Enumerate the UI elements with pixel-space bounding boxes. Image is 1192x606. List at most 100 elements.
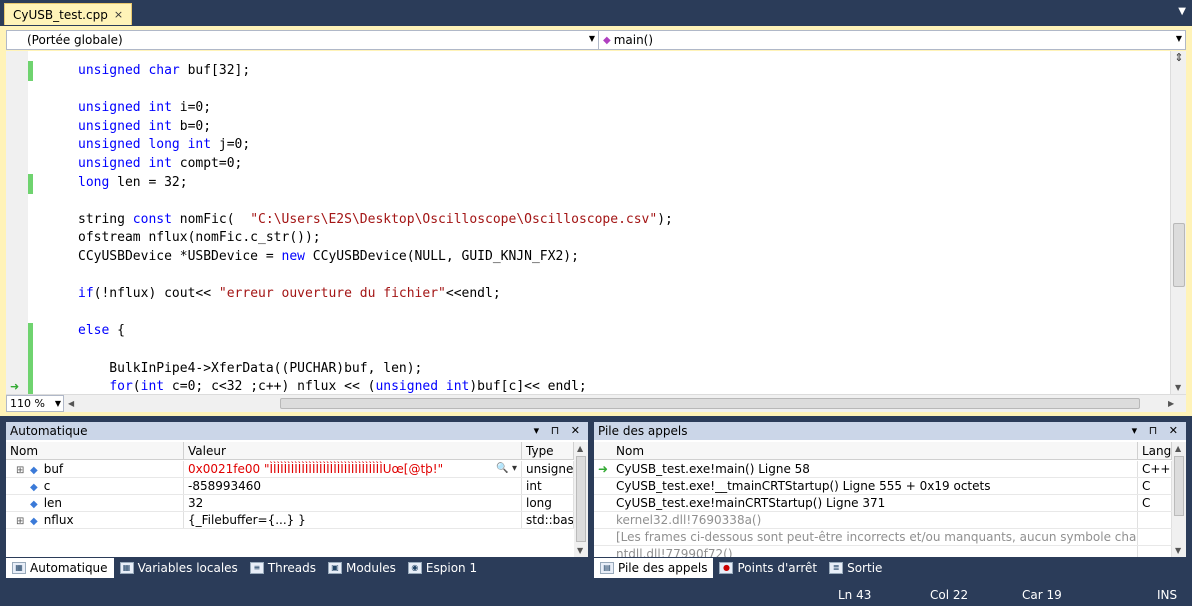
table-row[interactable]: CyUSB_test.exe!__tmainCRTStartup() Ligne… [594, 478, 1172, 495]
autos-scrollbar[interactable]: ▲ ▼ [574, 442, 588, 558]
cell-name: ◆ len [6, 495, 184, 511]
code-line: for(int c=0; c<32 ;c++) nflux << (unsign… [78, 378, 586, 394]
code-text: ( [132, 379, 141, 394]
variable-icon: ◆ [30, 465, 38, 476]
change-marker [28, 174, 33, 194]
col-header-type[interactable]: Type [522, 442, 574, 460]
status-column: Col 22 [930, 588, 969, 602]
scroll-thumb[interactable] [1174, 456, 1184, 516]
code-keyword: const [132, 211, 172, 227]
cell-frame: [Les frames ci-dessous sont peut-être in… [594, 529, 1138, 545]
scroll-thumb[interactable] [1173, 223, 1185, 287]
cell-frame: kernel32.dll!7690338a() [594, 512, 1138, 528]
document-tab[interactable]: CyUSB_test.cpp × [4, 3, 133, 25]
cell-type: int [522, 478, 574, 494]
expand-icon[interactable]: ⊞ [16, 514, 30, 528]
horizontal-scroll-thumb[interactable] [280, 398, 1140, 409]
threads-icon: ≡ [249, 562, 264, 574]
variable-value: {_Filebuffer={...} } [188, 513, 306, 527]
code-line: unsigned long int j=0; [78, 136, 250, 154]
frame-name: CyUSB_test.exe!__tmainCRTStartup() Ligne… [616, 479, 991, 493]
scroll-up-icon[interactable]: ▲ [1175, 444, 1181, 453]
callstack-tabs: ▤ Pile des appels ● Points d'arrêt ≣ Sortie [594, 557, 1186, 579]
cell-name: ⊞ ◆ nflux [6, 512, 184, 528]
code-editor[interactable]: ➜ unsigned char buf[32]; unsigned int i=0… [6, 51, 1170, 394]
frame-lang: C [1142, 479, 1151, 493]
scroll-thumb[interactable] [576, 456, 586, 542]
tab-dropdown-icon[interactable]: ▼ [1178, 6, 1186, 17]
code-text: BulkInPipe4->XferData((PUCHAR)buf, len); [78, 360, 423, 376]
frame-lang: C [1142, 496, 1151, 510]
tab-variables-locales[interactable]: ▦ Variables locales [114, 558, 244, 578]
zoom-combo[interactable]: 110 % ▼ [6, 395, 64, 412]
tab-sortie[interactable]: ≣ Sortie [823, 558, 888, 578]
cell-value[interactable]: -858993460 [184, 478, 522, 494]
autos-tabs: ▦ Automatique ▦ Variables locales ≡ Threads… [6, 557, 588, 579]
table-row[interactable]: [Les frames ci-dessous sont peut-être in… [594, 529, 1172, 546]
code-keyword: for [109, 379, 133, 394]
code-string: "C:\Users\E2S\Desktop\Oscilloscope\Oscil… [250, 211, 658, 227]
scope-combo[interactable]: (Portée globale) ▼ [7, 31, 599, 49]
table-row[interactable]: ⊞◆ nflux {_Filebuffer={...} } std::basic [6, 512, 574, 529]
code-keyword: if [78, 286, 94, 302]
cell-value[interactable]: 32 [184, 495, 522, 511]
cell-value[interactable]: {_Filebuffer={...} } [184, 512, 522, 528]
frame-name: CyUSB_test.exe!mainCRTStartup() Ligne 37… [616, 496, 886, 510]
scroll-right-icon[interactable]: ▶ [1168, 399, 1174, 408]
scroll-down-icon[interactable]: ▼ [1175, 546, 1181, 555]
cell-lang: C++ [1138, 461, 1172, 477]
tab-pile-des-appels[interactable]: ▤ Pile des appels [594, 558, 714, 578]
tab-points-d-arret[interactable]: ● Points d'arrêt [713, 558, 823, 578]
col-header-lang[interactable]: Lang [1138, 442, 1172, 460]
member-combo[interactable]: ◆ main() ▼ [599, 31, 1185, 49]
split-handle-icon[interactable]: ⇕ [1172, 51, 1186, 65]
tab-threads[interactable]: ≡ Threads [244, 558, 322, 578]
autos-panel-title: Automatique [10, 424, 88, 438]
document-tab-strip: CyUSB_test.cpp × ▼ [0, 0, 1192, 26]
cell-name: ◆ c [6, 478, 184, 494]
variable-icon: ◆ [30, 516, 38, 527]
table-row[interactable]: CyUSB_test.exe!mainCRTStartup() Ligne 37… [594, 495, 1172, 512]
vertical-scrollbar[interactable]: ⇕ ▼ [1170, 51, 1186, 394]
scroll-down-icon[interactable]: ▼ [1175, 383, 1181, 392]
table-row[interactable]: ⊞ ◆ buf 0x0021fe00 "ÌÌÌÌÌÌÌÌÌÌÌÌÌÌÌÌÌÌÌÌÌÌÌ… [6, 461, 574, 478]
tab-label: Pile des appels [618, 561, 708, 575]
code-line: ofstream nflux(nomFic.c_str()); [78, 229, 321, 247]
table-row[interactable]: kernel32.dll!7690338a() [594, 512, 1172, 529]
frame-name: CyUSB_test.exe!main() Ligne 58 [616, 462, 810, 476]
cell-value[interactable]: 0x0021fe00 "ÌÌÌÌÌÌÌÌÌÌÌÌÌÌÌÌÌÌÌÌÌÌÌÌÌÌÌÌ… [184, 461, 522, 477]
variable-name: c [43, 479, 51, 493]
cell-lang [1138, 512, 1172, 528]
callstack-panel-title-bar: Pile des appels ▾ ⊓ ✕ [594, 422, 1186, 440]
scroll-up-icon[interactable]: ▲ [577, 444, 583, 453]
col-header-name[interactable]: Nom [594, 442, 1138, 460]
code-line: unsigned int b=0; [78, 118, 211, 136]
col-header-value[interactable]: Valeur [184, 442, 522, 460]
scroll-left-icon[interactable]: ◀ [68, 399, 74, 408]
cell-frame: CyUSB_test.exe!mainCRTStartup() Ligne 37… [594, 495, 1138, 511]
indicator-margin[interactable]: ➜ [6, 51, 28, 394]
table-row[interactable]: ◆ c -858993460 int [6, 478, 574, 495]
panel-controls-icon[interactable]: ▾ ⊓ ✕ [534, 422, 584, 440]
status-bar: Ln 43 Col 22 Car 19 INS [0, 584, 1192, 606]
close-icon[interactable]: × [114, 8, 123, 21]
tab-modules[interactable]: ▣ Modules [322, 558, 402, 578]
tab-espion[interactable]: ◉ Espion 1 [402, 558, 483, 578]
expand-icon[interactable]: ⊞ [16, 463, 30, 477]
variable-type: int [526, 479, 542, 493]
tab-automatique[interactable]: ▦ Automatique [6, 558, 114, 578]
change-marker [28, 323, 33, 394]
tab-label: Variables locales [137, 561, 238, 575]
table-row[interactable]: ➜ CyUSB_test.exe!main() Ligne 58 C++ [594, 461, 1172, 478]
col-header-name[interactable]: Nom [6, 442, 184, 460]
scroll-down-icon[interactable]: ▼ [577, 546, 583, 555]
text-visualizer-icon[interactable]: 🔍 ▾ [496, 461, 517, 477]
panel-controls-icon[interactable]: ▾ ⊓ ✕ [1132, 422, 1182, 440]
tab-label: Threads [267, 561, 317, 575]
navigation-bar: (Portée globale) ▼ ◆ main() ▼ [6, 30, 1186, 50]
table-row[interactable]: ◆ len 32 long [6, 495, 574, 512]
autos-header: Nom Valeur Type [6, 442, 574, 460]
change-marker [28, 61, 33, 81]
callstack-scrollbar[interactable]: ▲ ▼ [1172, 442, 1186, 558]
code-keyword: unsigned int [78, 156, 172, 171]
